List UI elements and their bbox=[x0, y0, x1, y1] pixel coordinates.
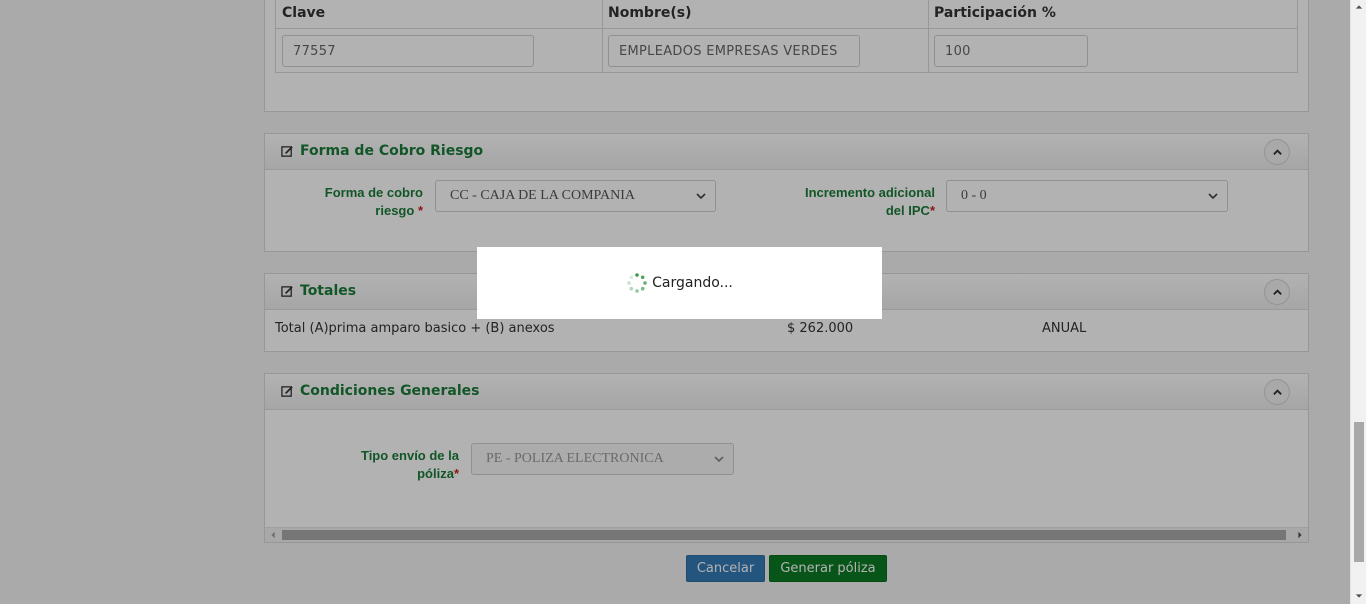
vertical-scroll-thumb[interactable] bbox=[1354, 422, 1364, 562]
loading-dialog: Cargando... bbox=[477, 247, 882, 319]
spinner-icon bbox=[627, 273, 647, 293]
scroll-down-icon[interactable] bbox=[1355, 592, 1363, 600]
loading-text: Cargando... bbox=[652, 275, 733, 291]
page-scrollbar[interactable] bbox=[1350, 0, 1366, 604]
scroll-up-icon[interactable] bbox=[1355, 3, 1363, 11]
